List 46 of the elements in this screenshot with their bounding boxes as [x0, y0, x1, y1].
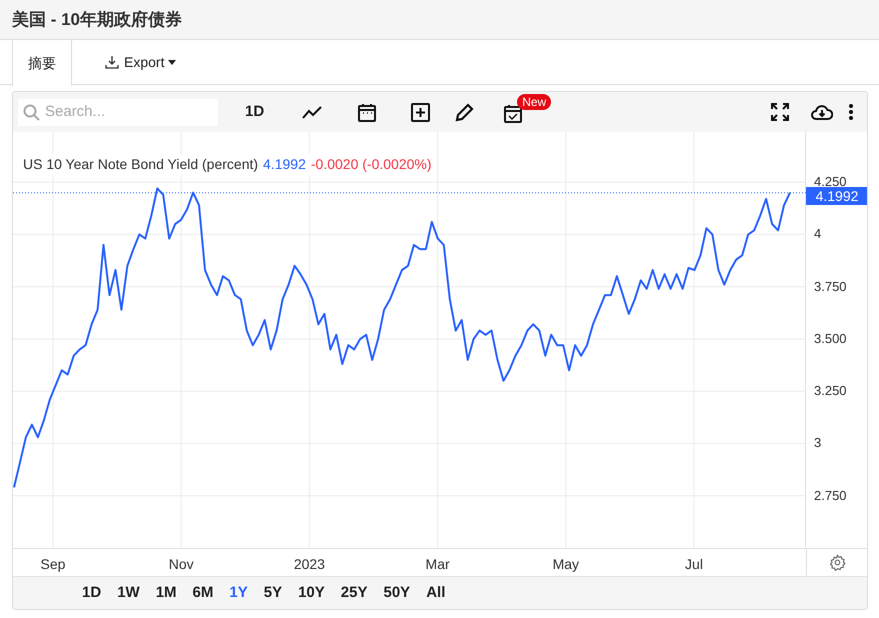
x-axis-label: Mar — [426, 555, 450, 574]
range-button[interactable]: 5Y — [256, 582, 290, 604]
calendar-icon[interactable] — [358, 102, 376, 122]
legend-name: US 10 Year Note Bond Yield (percent) — [23, 155, 258, 174]
search-input[interactable]: Search... — [45, 100, 205, 124]
price-label: 4.1992 — [806, 186, 867, 205]
line-chart-icon[interactable] — [302, 105, 322, 119]
y-axis-label: 3.750 — [814, 280, 847, 294]
more-icon[interactable] — [849, 104, 853, 120]
interval-button[interactable]: 1D — [243, 100, 266, 124]
settings-icon[interactable] — [828, 554, 846, 571]
range-button[interactable]: 1D — [75, 582, 108, 604]
x-axis-label: 2023 — [294, 555, 325, 574]
y-axis-label: 2.750 — [814, 488, 847, 503]
fullscreen-icon[interactable] — [771, 103, 789, 121]
range-button[interactable]: 1Y — [222, 582, 255, 604]
pencil-icon[interactable] — [455, 102, 474, 122]
calendar-check-icon[interactable] — [504, 104, 522, 123]
range-button[interactable]: 50Y — [376, 582, 418, 604]
export-button[interactable]: Export — [102, 40, 178, 84]
x-axis-label: Jul — [685, 555, 703, 574]
range-button[interactable]: 25Y — [334, 582, 374, 604]
search-icon — [23, 104, 40, 120]
range-button[interactable]: 10Y — [291, 582, 332, 604]
x-axis-label: Sep — [40, 555, 66, 574]
range-button[interactable]: 1W — [110, 582, 147, 604]
page-title: 美国 - 10年期政府债券 — [12, 8, 182, 31]
range-button[interactable]: 1M — [148, 582, 184, 604]
range-button[interactable]: 6M — [186, 582, 220, 604]
y-axis-label: 3 — [814, 436, 822, 450]
x-axis-label: Nov — [168, 555, 194, 574]
cloud-download-icon[interactable] — [811, 104, 833, 120]
y-axis-label: 4.250 — [814, 175, 847, 190]
download-icon — [104, 54, 120, 70]
search-field[interactable]: Search... — [18, 98, 218, 126]
summary-tab[interactable]: 摘要 — [12, 40, 72, 86]
caret-icon — [168, 60, 176, 64]
add-box-icon[interactable] — [411, 102, 430, 122]
new-badge: New — [517, 94, 552, 110]
y-axis-label: 3.500 — [814, 332, 847, 346]
y-axis-label: 4 — [814, 227, 822, 242]
y-axis-label: 3.250 — [814, 384, 847, 398]
legend-change: -0.0020 (-0.0020%) — [310, 155, 432, 174]
x-axis-label: May — [552, 555, 580, 574]
legend-value: 4.1992 — [263, 155, 306, 174]
range-button[interactable]: All — [419, 582, 452, 604]
